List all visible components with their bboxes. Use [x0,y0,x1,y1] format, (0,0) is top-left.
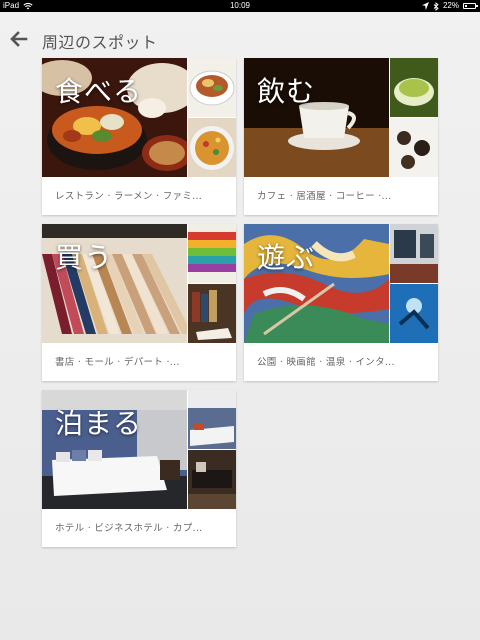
category-subtitle: 公園 · 映画館 · 温泉 · インタ... [257,357,395,368]
status-bar: iPad 10:09 22% [0,0,480,12]
stay-side-image-top [188,390,236,449]
category-card-play[interactable]: 遊ぶ 公園 · 映画館 · 温泉 · インタ... [244,224,438,381]
battery-fill [465,5,467,7]
status-right: 22% [421,0,478,12]
category-subtitle: レストラン · ラーメン · ファミ... [55,191,203,202]
category-subtitle: 書店 · モール · デパート ·... [55,357,180,368]
eat-side-image-bottom [188,118,236,177]
bluetooth-icon [433,1,439,11]
stay-side-image-bottom [188,450,236,509]
category-title: 遊ぶ [257,241,316,274]
category-card-stay[interactable]: 泊まる ホテル · ビジネスホテル · カプ... [42,390,236,547]
category-card-drink[interactable]: 飲む カフェ · 居酒屋 · コーヒー ·... [244,58,438,215]
shop-side-image-bottom [188,284,236,343]
category-card-shop[interactable]: 買う 書店 · モール · デパート ·... [42,224,236,381]
shop-side-image-top [188,224,236,283]
category-title: 飲む [257,75,316,108]
drink-side-image-bottom [390,118,438,177]
location-icon [421,2,429,10]
page-title: 周辺のスポット [42,33,158,52]
battery-icon [463,3,478,9]
play-side-image-top [390,224,438,283]
category-subtitle: ホテル · ビジネスホテル · カプ... [55,523,203,534]
category-card-eat[interactable]: 食べる レストラン · ラーメン · ファミ... [42,58,236,215]
play-side-image-bottom [390,284,438,343]
category-title: 買う [55,241,114,274]
eat-side-image-top [188,58,236,117]
header: 周辺のスポット [0,12,480,58]
drink-side-image-top [390,58,438,117]
arrow-left-icon [10,31,28,47]
battery-percentage: 22% [442,1,459,10]
back-button[interactable] [8,28,30,50]
category-title: 食べる [55,75,143,108]
status-time: 10:09 [229,1,251,10]
category-subtitle: カフェ · 居酒屋 · コーヒー ·... [257,191,392,202]
category-title: 泊まる [55,407,143,440]
